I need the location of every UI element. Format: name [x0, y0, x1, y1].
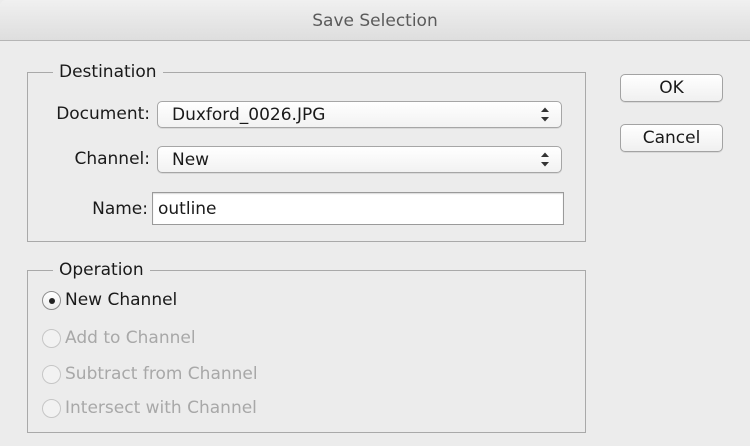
channel-select[interactable]: New [157, 146, 562, 173]
radio-unselected-icon [42, 329, 61, 348]
name-label: Name: [92, 199, 148, 219]
destination-legend: Destination [53, 62, 163, 82]
radio-dot-icon [49, 298, 55, 304]
operation-legend: Operation [53, 260, 150, 280]
document-select[interactable]: Duxford_0026.JPG [157, 101, 562, 128]
document-select-value: Duxford_0026.JPG [172, 105, 326, 125]
radio-label: New Channel [65, 290, 178, 310]
name-input[interactable]: outline [152, 192, 564, 225]
radio-label: Intersect with Channel [65, 398, 257, 418]
channel-select-value: New [172, 150, 210, 170]
radio-selected-icon [42, 291, 61, 310]
cancel-button[interactable]: Cancel [620, 124, 723, 152]
updown-arrows-icon [541, 107, 549, 122]
title-bar: Save Selection [0, 0, 750, 41]
radio-new-channel[interactable]: New Channel [42, 289, 342, 315]
name-input-value: outline [158, 199, 217, 219]
ok-button[interactable]: OK [620, 74, 723, 102]
dialog-title: Save Selection [312, 11, 438, 31]
radio-label: Add to Channel [65, 328, 196, 348]
radio-unselected-icon [42, 399, 61, 418]
channel-label: Channel: [74, 149, 150, 169]
save-selection-dialog: Save Selection Destination Document: Dux… [0, 0, 750, 446]
radio-intersect-with-channel[interactable]: Intersect with Channel [42, 397, 342, 423]
radio-unselected-icon [42, 365, 61, 384]
radio-add-to-channel[interactable]: Add to Channel [42, 327, 342, 353]
radio-label: Subtract from Channel [65, 364, 258, 384]
document-label: Document: [56, 104, 150, 124]
radio-subtract-from-channel[interactable]: Subtract from Channel [42, 363, 342, 389]
updown-arrows-icon [541, 152, 549, 167]
